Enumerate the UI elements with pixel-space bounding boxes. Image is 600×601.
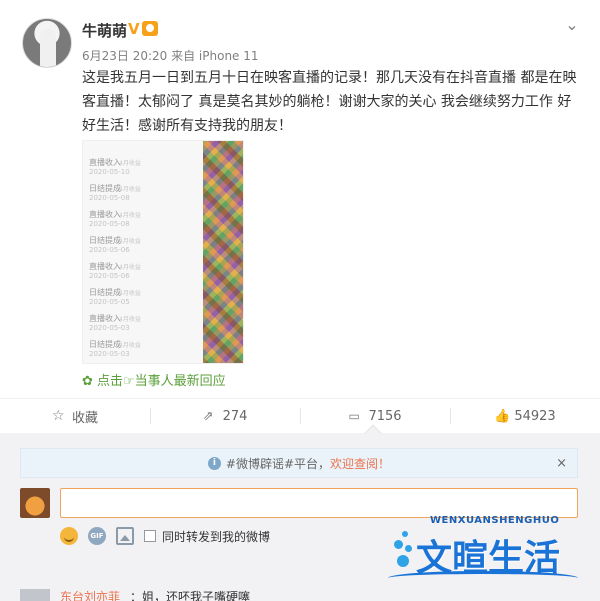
income-tag: 4月收益 — [119, 264, 141, 271]
income-date: 2020-05-03 — [89, 324, 130, 332]
income-label: 日结提成 — [89, 236, 121, 245]
income-tag: 4月收益 — [119, 342, 141, 349]
income-row: 日结提成 4月收益 2020-05-03 — [89, 337, 199, 361]
close-icon[interactable]: × — [556, 456, 567, 471]
income-label: 直播收入 — [89, 210, 121, 219]
author-name[interactable]: 牛萌萌 — [82, 20, 127, 41]
income-label: 直播收入 — [89, 158, 121, 167]
reply-link[interactable]: ✿ 点击☞当事人最新回应 — [82, 370, 226, 389]
commenter-name[interactable]: 东台刘亦菲 — [60, 588, 120, 601]
watermark-logo: WENXUANSHENGHUO 文暄生活 — [388, 515, 588, 595]
commenter-avatar[interactable] — [20, 589, 50, 601]
comment-input[interactable] — [60, 488, 578, 518]
comment-icon: ▭ — [348, 408, 360, 423]
weibo-post: 牛萌萌 V 6月23日 20:20 来自 iPhone 11 ⌄ 这是我五月一日… — [0, 0, 600, 398]
repost-checkbox-label: 同时转发到我的微博 — [162, 529, 271, 544]
income-row: 直播收入 4月收益 2020-05-10 — [89, 155, 199, 179]
image-icon[interactable] — [116, 527, 134, 545]
income-label: 直播收入 — [89, 262, 121, 271]
like-button[interactable]: 👍 54923 — [450, 399, 600, 433]
income-row: 日结提成 4月收益 2020-05-05 — [89, 285, 199, 309]
thumbs-up-icon: 👍 — [494, 408, 511, 424]
share-icon: ⇗ — [202, 408, 214, 424]
author-avatar[interactable] — [22, 18, 72, 68]
repost-count: 274 — [222, 408, 248, 424]
income-date: 2020-05-08 — [89, 220, 130, 228]
income-date: 2020-05-05 — [89, 298, 130, 306]
flower-icon: ✿ — [82, 374, 98, 389]
action-bar: ☆ 收藏 ⇗ 274 ▭ 7156 👍 54923 — [0, 398, 600, 432]
income-date: 2020-05-03 — [89, 350, 130, 358]
favorite-button[interactable]: ☆ 收藏 — [0, 399, 150, 433]
star-icon: ☆ — [51, 407, 65, 424]
income-label: 直播收入 — [89, 314, 121, 323]
post-meta: 6月23日 20:20 来自 iPhone 11 — [82, 49, 259, 63]
income-tag: 4月收益 — [119, 316, 141, 323]
info-icon: i — [207, 456, 221, 470]
income-label: 日结提成 — [89, 288, 121, 297]
income-tag: 4月收益 — [119, 290, 141, 297]
income-tag: 4月收益 — [119, 212, 141, 219]
emoji-icon[interactable] — [60, 527, 78, 545]
notice-link[interactable]: 欢迎查阅！ — [330, 455, 390, 472]
vip-crown-icon — [142, 21, 158, 36]
reply-link-text[interactable]: 点击☞当事人最新回应 — [97, 374, 226, 389]
comment-toolbar: GIF 同时转发到我的微博 — [60, 525, 270, 547]
income-label: 日结提成 — [89, 184, 121, 193]
income-date: 2020-05-08 — [89, 194, 130, 202]
repost-button[interactable]: ⇗ 274 — [150, 399, 300, 433]
watermark-en: WENXUANSHENGHUO — [430, 515, 560, 526]
income-date: 2020-05-06 — [89, 272, 130, 280]
income-row: 直播收入 4月收益 2020-05-06 — [89, 259, 199, 283]
comment-count: 7156 — [368, 408, 402, 424]
comment-text: ：姐，还呸我子嘴硬噻 — [130, 590, 251, 601]
income-date: 2020-05-10 — [89, 168, 130, 176]
income-row: 直播收入 4月收益 2020-05-03 — [89, 311, 199, 335]
verified-badge: V — [128, 20, 140, 38]
mosaic-blur — [203, 141, 243, 363]
notice-text: #微博辟谣#平台， — [225, 456, 331, 471]
income-row: 日结提成 4月收益 2020-05-06 — [89, 233, 199, 257]
repost-checkbox[interactable] — [144, 530, 156, 542]
like-count: 54923 — [514, 408, 556, 424]
wave-icon — [388, 571, 578, 585]
favorite-label: 收藏 — [71, 410, 98, 426]
income-tag: 4月收益 — [119, 238, 141, 245]
income-date: 2020-05-06 — [89, 246, 130, 254]
income-row: 直播收入 4月收益 2020-05-08 — [89, 207, 199, 231]
income-tag: 4月收益 — [119, 160, 141, 167]
post-content: 这是我五月一日到五月十日在映客直播的记录！那几天没有在抖音直播 都是在映客直播！… — [82, 70, 577, 134]
income-label: 日结提成 — [89, 340, 121, 349]
my-avatar — [20, 488, 50, 518]
post-image[interactable]: 日结提成 4月收益 2020-05-03 直播收入 4月收益 2020-05-03 日结提成… — [82, 140, 244, 364]
income-tag: 4月收益 — [119, 186, 141, 193]
rumor-notice: i #微博辟谣#平台， 欢迎查阅！ × — [20, 448, 578, 478]
chevron-down-icon[interactable]: ⌄ — [563, 16, 581, 34]
gif-icon[interactable]: GIF — [88, 527, 106, 545]
income-row: 日结提成 4月收益 2020-05-08 — [89, 181, 199, 205]
